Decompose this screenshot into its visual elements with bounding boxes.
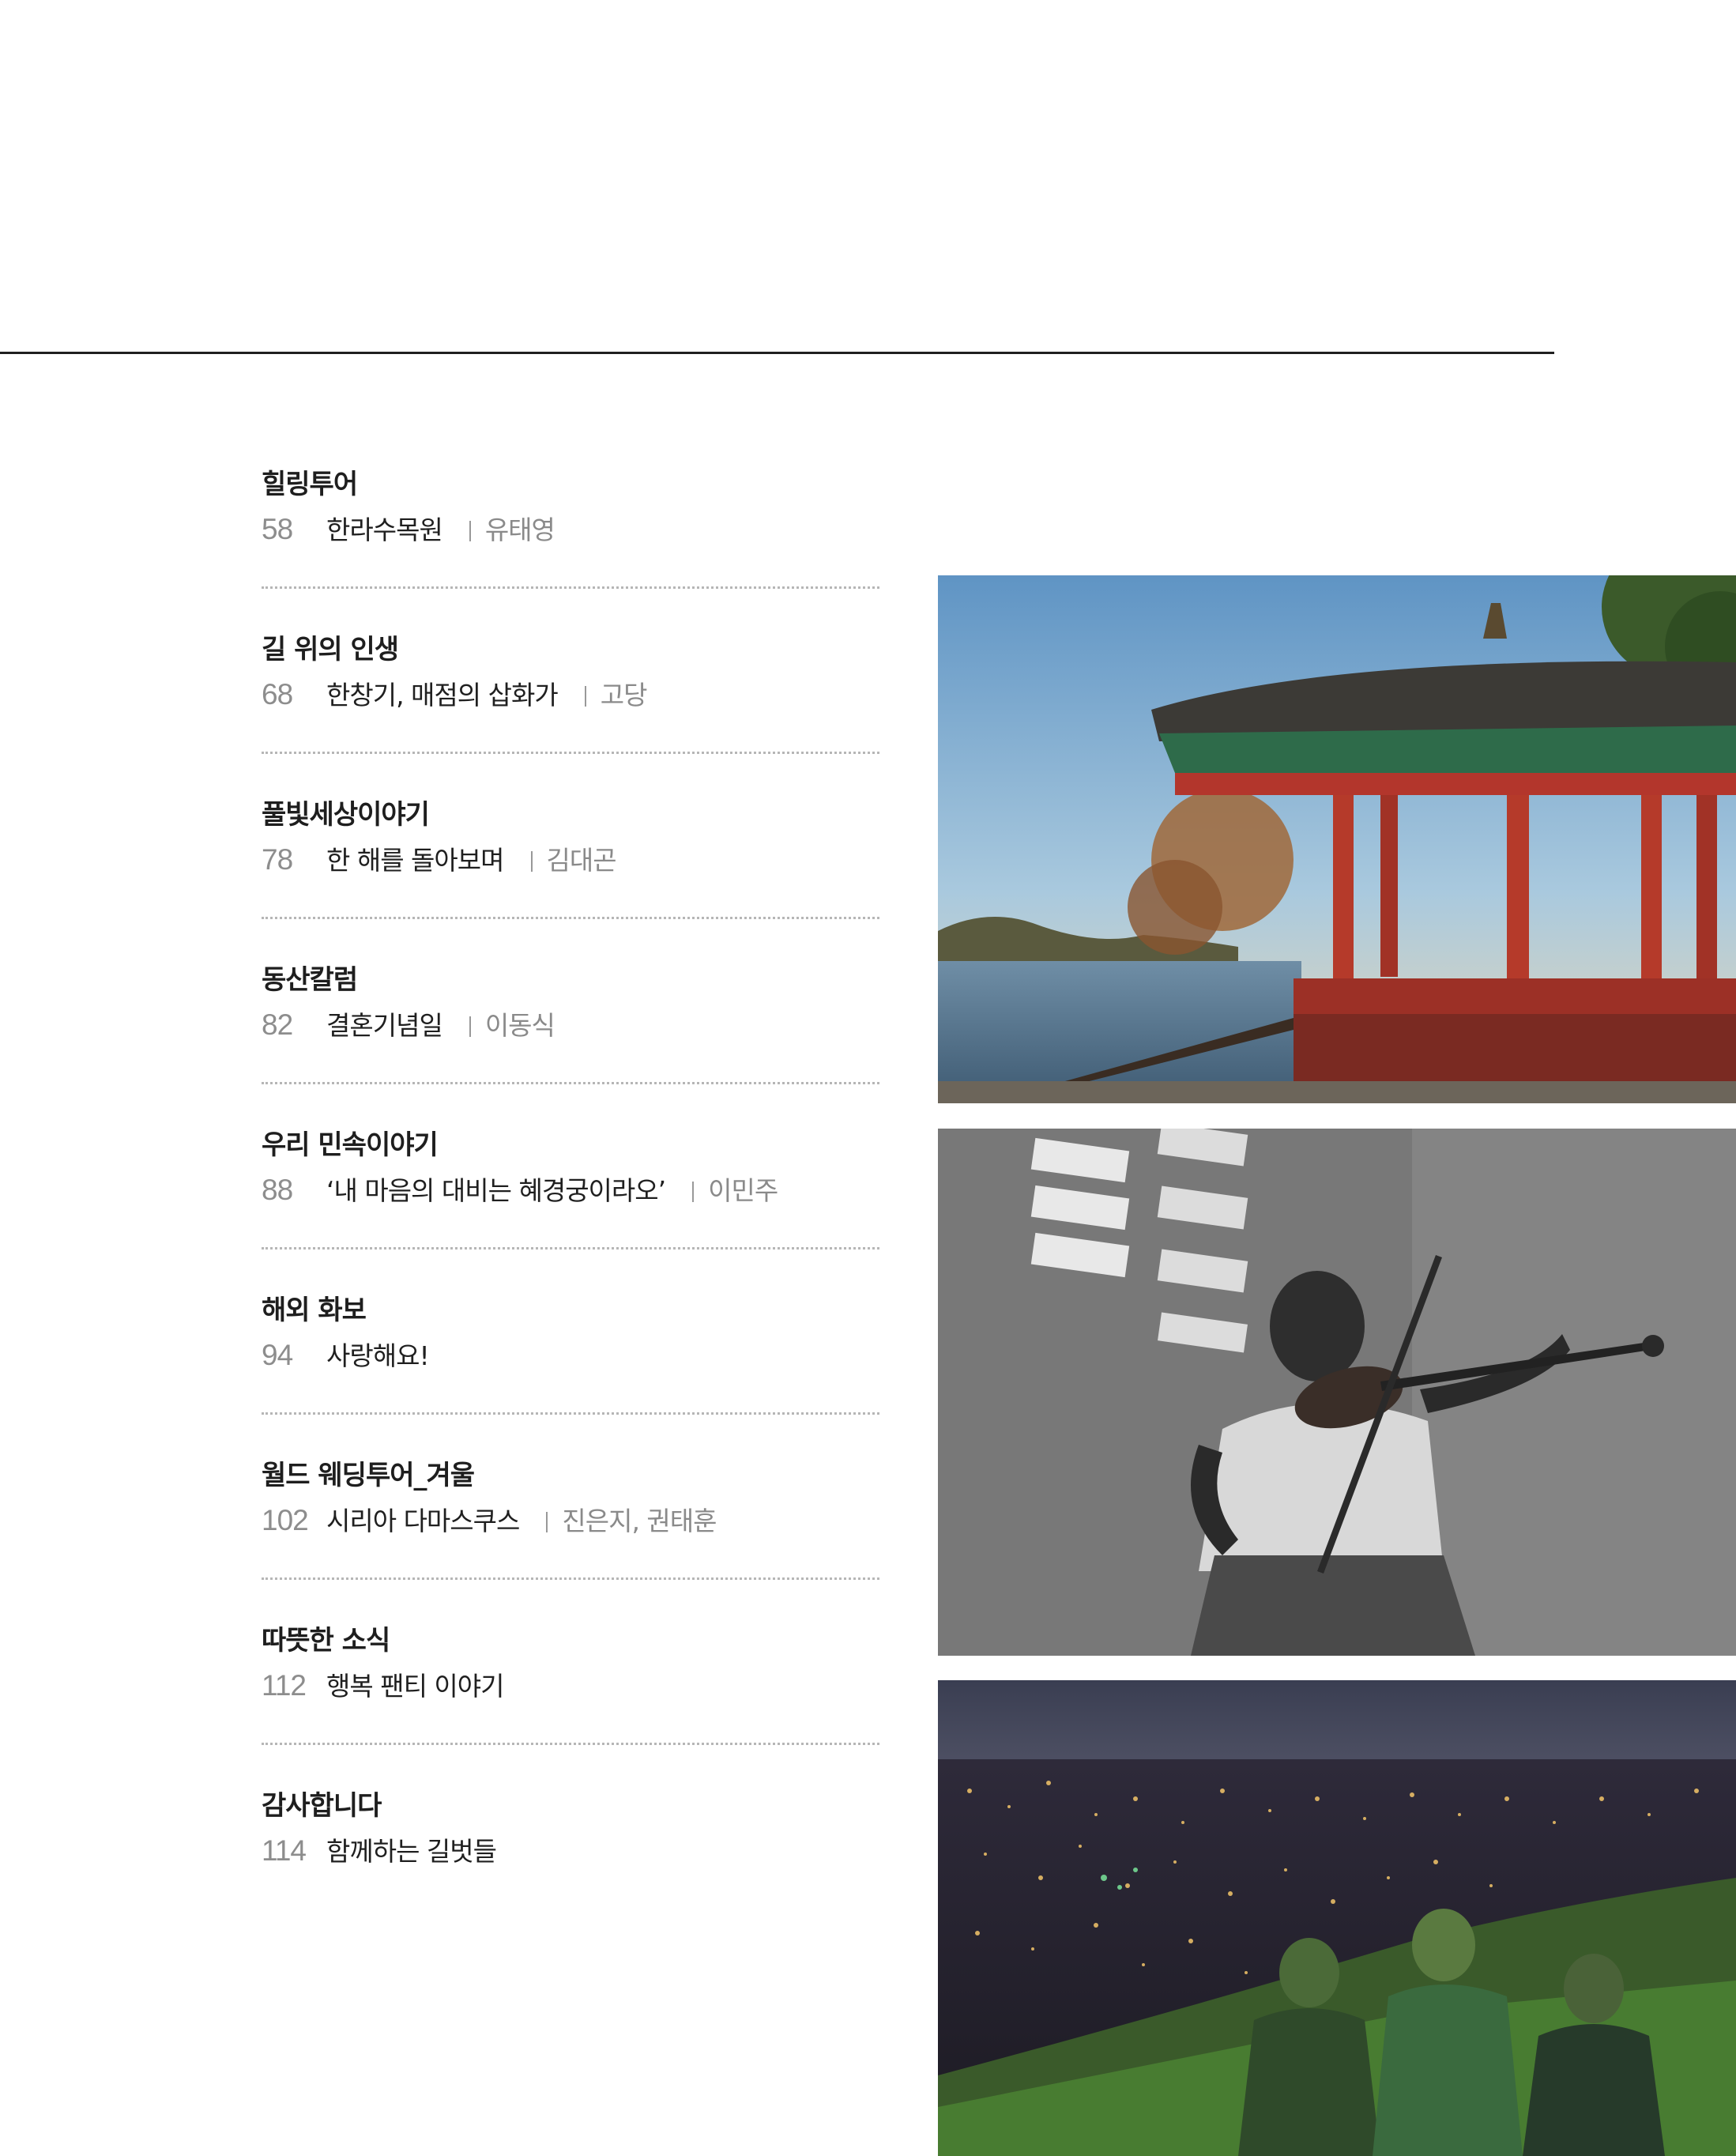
- article-line[interactable]: 94 사랑해요!: [262, 1338, 430, 1373]
- article-title: 결혼기념일: [326, 1010, 443, 1041]
- dotted-divider: [262, 586, 879, 589]
- top-rule: [0, 352, 1554, 354]
- author-separator: [469, 1016, 471, 1037]
- violin-girl-photo-icon: [938, 1129, 1736, 1656]
- author-name: 고당: [600, 680, 648, 710]
- article-title: 한 해를 돌아보며: [326, 845, 504, 876]
- dotted-divider: [262, 1577, 879, 1580]
- author-separator: [584, 686, 586, 707]
- dotted-divider: [262, 917, 879, 919]
- article-title: 한라수목원: [326, 514, 443, 545]
- page-number: 82: [262, 1008, 293, 1041]
- toc-entry[interactable]: 우리 민속이야기 88 ‘내 마음의 대비는 혜경궁이라오’ 이민주: [262, 1123, 879, 1288]
- article-title: 행복 팬티 이야기: [326, 1671, 504, 1702]
- article-line[interactable]: 78 한 해를 돌아보며 김대곤: [262, 842, 617, 877]
- violin-girl-photo: [938, 1129, 1736, 1656]
- magazine-contents-page: 힐링투어 58 한라수목원 유태영 길 위의 인생 68 한창기, 매점의 삽화가 고당…: [0, 0, 1736, 2156]
- page-number: 102: [262, 1504, 309, 1536]
- toc-entry[interactable]: 동산칼럼 82 결혼기념일 이동식: [262, 958, 879, 1123]
- night-city-children-photo-icon: [938, 1680, 1736, 2156]
- toc-entry[interactable]: 힐링투어 58 한라수목원 유태영: [262, 462, 879, 628]
- author-separator: [692, 1182, 695, 1202]
- author-separator: [546, 1512, 548, 1532]
- page-number: 88: [262, 1174, 293, 1206]
- page-number: 78: [262, 843, 293, 876]
- dotted-divider: [262, 1082, 879, 1084]
- section-title: 우리 민속이야기: [262, 1129, 439, 1161]
- author-name: 이동식: [484, 1010, 555, 1041]
- toc-entry[interactable]: 따뜻한 소식 112 행복 팬티 이야기: [262, 1619, 879, 1784]
- article-line[interactable]: 102 시리아 다마스쿠스 진은지, 권태훈: [262, 1503, 717, 1538]
- author-name: 진은지, 권태훈: [562, 1506, 717, 1536]
- author-separator: [469, 521, 471, 541]
- dotted-divider: [262, 1743, 879, 1745]
- toc-entry[interactable]: 풀빛세상이야기 78 한 해를 돌아보며 김대곤: [262, 793, 879, 958]
- dotted-divider: [262, 1247, 879, 1250]
- article-line[interactable]: 114 함께하는 길벗들: [262, 1834, 497, 1868]
- section-title: 풀빛세상이야기: [262, 799, 430, 831]
- page-number: 114: [262, 1834, 307, 1867]
- author-name: 김대곤: [546, 845, 617, 876]
- article-title: 함께하는 길벗들: [326, 1836, 497, 1867]
- article-title: 사랑해요!: [326, 1340, 430, 1371]
- section-title: 월드 웨딩투어_겨울: [262, 1460, 475, 1491]
- page-number: 112: [262, 1669, 307, 1702]
- section-title: 따뜻한 소식: [262, 1625, 390, 1657]
- page-number: 94: [262, 1339, 293, 1371]
- toc-entry[interactable]: 해외 화보 94 사랑해요!: [262, 1288, 879, 1453]
- article-title: 시리아 다마스쿠스: [326, 1506, 520, 1536]
- article-line[interactable]: 68 한창기, 매점의 삽화가 고당: [262, 677, 648, 712]
- toc-entry[interactable]: 월드 웨딩투어_겨울 102 시리아 다마스쿠스 진은지, 권태훈: [262, 1453, 879, 1619]
- author-name: 이민주: [708, 1175, 778, 1206]
- page-number: 58: [262, 513, 293, 545]
- author-name: 유태영: [484, 514, 555, 545]
- article-line[interactable]: 82 결혼기념일 이동식: [262, 1008, 555, 1042]
- dotted-divider: [262, 752, 879, 754]
- table-of-contents: 힐링투어 58 한라수목원 유태영 길 위의 인생 68 한창기, 매점의 삽화가 고당…: [262, 462, 879, 1949]
- article-line[interactable]: 58 한라수목원 유태영: [262, 512, 555, 547]
- section-title: 감사합니다: [262, 1790, 382, 1822]
- section-title: 길 위의 인생: [262, 634, 399, 665]
- toc-entry[interactable]: 감사합니다 114 함께하는 길벗들: [262, 1784, 879, 1949]
- article-line[interactable]: 112 행복 팬티 이야기: [262, 1668, 504, 1703]
- night-city-children-photo: [938, 1680, 1736, 2156]
- article-line[interactable]: 88 ‘내 마음의 대비는 혜경궁이라오’ 이민주: [262, 1173, 778, 1208]
- article-title: ‘내 마음의 대비는 혜경궁이라오’: [326, 1175, 666, 1206]
- dotted-divider: [262, 1412, 879, 1415]
- section-title: 힐링투어: [262, 469, 358, 500]
- page-number: 68: [262, 678, 293, 710]
- pavilion-photo-icon: [938, 575, 1736, 1103]
- section-title: 해외 화보: [262, 1295, 367, 1326]
- toc-entry[interactable]: 길 위의 인생 68 한창기, 매점의 삽화가 고당: [262, 628, 879, 793]
- section-title: 동산칼럼: [262, 964, 358, 996]
- pavilion-photo: [938, 575, 1736, 1103]
- author-separator: [530, 851, 533, 872]
- article-title: 한창기, 매점의 삽화가: [326, 680, 559, 710]
